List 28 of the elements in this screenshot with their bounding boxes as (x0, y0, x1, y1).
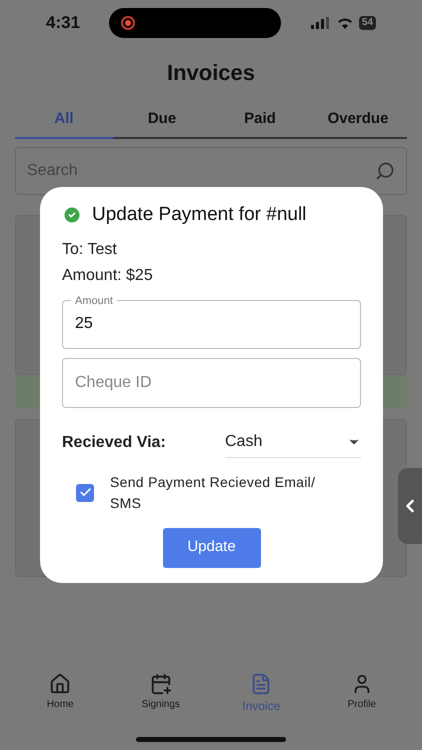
amount-text: Amount: $25 (62, 266, 154, 286)
update-button[interactable]: Update (162, 528, 260, 568)
dialog-title: Update Payment for #null (92, 203, 306, 227)
nav-item[interactable]: Home (20, 673, 100, 715)
tab[interactable]: Due (113, 101, 211, 139)
battery-icon: 54 (358, 16, 376, 30)
send-notice-label: Send Payment Recieved Email/ SMS (110, 472, 316, 512)
signal-icon (310, 17, 331, 29)
calendar-icon (150, 673, 172, 695)
tab[interactable]: Paid (211, 101, 309, 139)
nav-item[interactable]: Signings (120, 673, 201, 715)
tab[interactable]: All (15, 101, 113, 139)
recipient-text: To: Test (62, 240, 118, 260)
home-icon (49, 673, 72, 695)
page-title: Invoices (166, 59, 256, 87)
tab[interactable]: Overdue (309, 101, 407, 139)
payment-method-dropdown[interactable]: Cash (225, 428, 361, 458)
side-handle[interactable] (398, 468, 422, 544)
nav-item[interactable]: Profile (322, 673, 402, 715)
wifi-icon (336, 17, 353, 29)
received-via-label: Recieved Via: (62, 432, 167, 452)
recording-icon (121, 16, 136, 30)
search-icon (375, 161, 395, 181)
checkbox[interactable] (76, 484, 94, 502)
check-circle-icon (62, 205, 82, 226)
status-time: 4:31 (46, 12, 80, 34)
cheque-field[interactable]: Cheque ID (62, 358, 361, 408)
check-icon (78, 486, 92, 499)
